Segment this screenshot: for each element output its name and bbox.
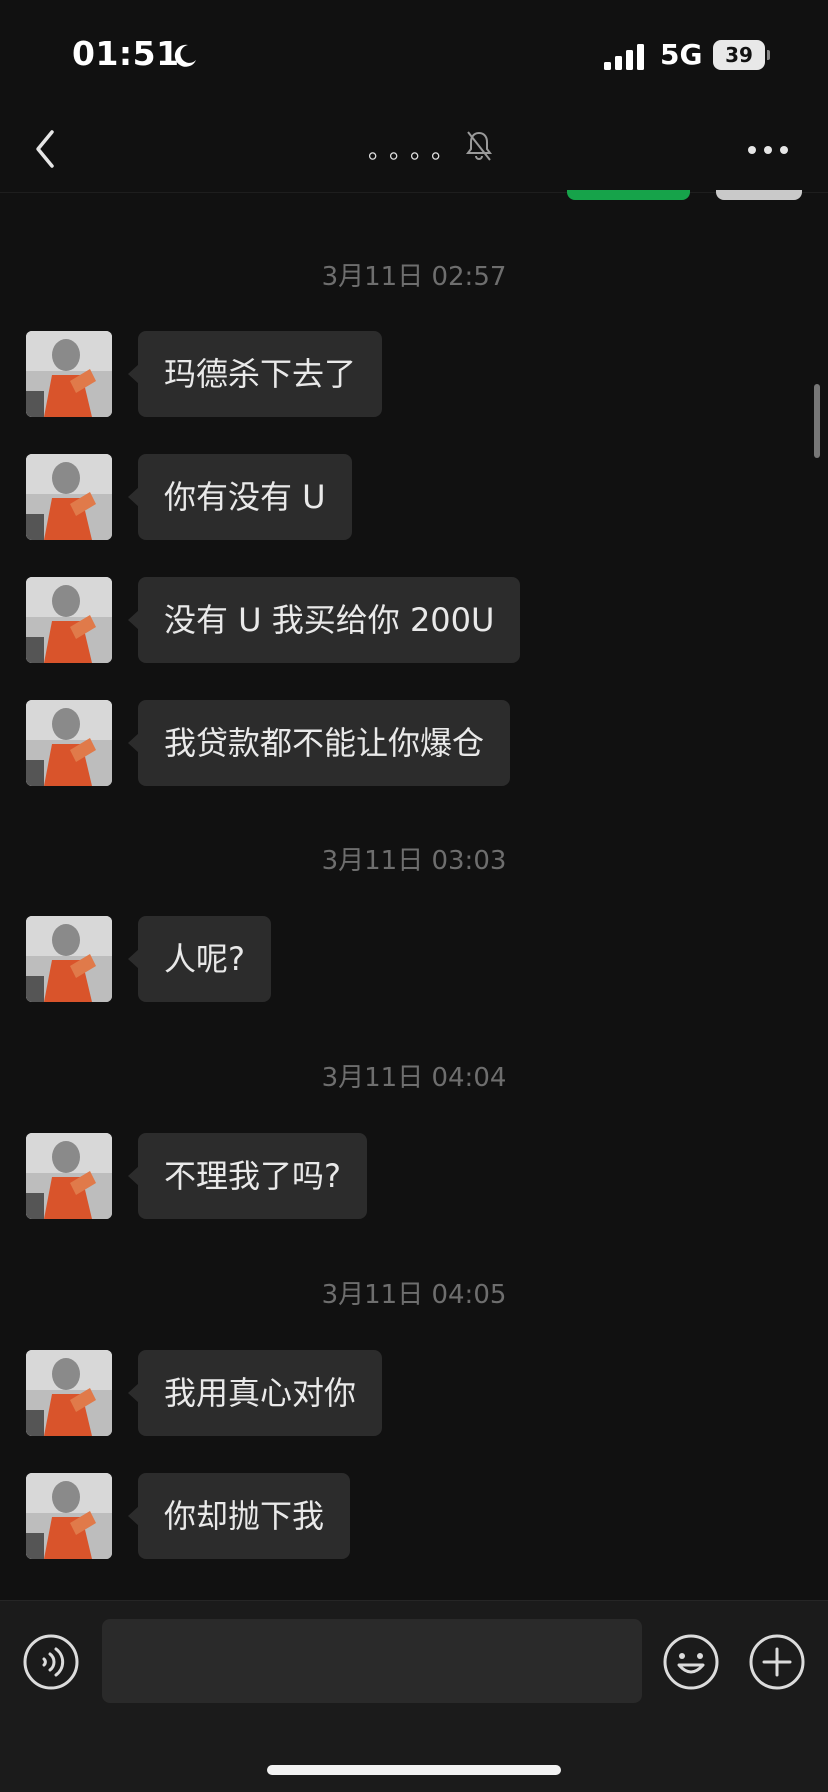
moon-icon bbox=[174, 44, 196, 67]
network-type: 5G bbox=[660, 38, 703, 71]
avatar[interactable] bbox=[26, 454, 112, 540]
message-timestamp: 3月11日 04:05 bbox=[321, 1280, 507, 1310]
message-bubble[interactable]: 没有 U 我买给你 200U bbox=[127, 577, 521, 663]
green-banner-tab[interactable] bbox=[567, 190, 690, 200]
avatar[interactable] bbox=[26, 331, 112, 417]
signal-icon bbox=[604, 44, 644, 70]
bell-slash-icon bbox=[466, 131, 492, 161]
message-bubble[interactable]: 玛德杀下去了 bbox=[127, 331, 383, 417]
chat-header: 。。。。 bbox=[0, 110, 828, 193]
scrollbar[interactable] bbox=[814, 384, 820, 458]
chat-screen: 01:51 5G 39 。。。。 3月11日 02:57 玛德杀下去了 你有没有… bbox=[0, 0, 828, 1792]
chat-title: 。。。。 bbox=[368, 136, 464, 164]
battery-level: 39 bbox=[725, 43, 753, 67]
message-bubble[interactable]: 我用真心对你 bbox=[127, 1350, 383, 1436]
message-bubble[interactable]: 人呢? bbox=[128, 916, 271, 1002]
message-timestamp: 3月11日 02:57 bbox=[321, 262, 507, 292]
emoji-icon[interactable] bbox=[662, 1633, 720, 1691]
message-bubble[interactable]: 我贷款都不能让你爆仓 bbox=[127, 700, 511, 786]
avatar[interactable] bbox=[26, 1133, 112, 1219]
gray-banner-tab[interactable] bbox=[716, 190, 802, 200]
home-indicator bbox=[267, 1765, 561, 1775]
status-time: 01:51 bbox=[72, 34, 180, 73]
message-input[interactable] bbox=[102, 1619, 642, 1703]
plus-icon[interactable] bbox=[748, 1633, 806, 1691]
avatar[interactable] bbox=[26, 700, 112, 786]
avatar[interactable] bbox=[26, 1473, 112, 1559]
status-bar: 01:51 5G 39 bbox=[0, 0, 828, 110]
avatar[interactable] bbox=[26, 577, 112, 663]
message-timestamp: 3月11日 04:04 bbox=[321, 1063, 507, 1093]
ellipsis-icon[interactable] bbox=[744, 140, 792, 160]
avatar[interactable] bbox=[26, 1350, 112, 1436]
voice-icon[interactable] bbox=[22, 1633, 80, 1691]
message-bubble[interactable]: 你有没有 U bbox=[128, 454, 352, 540]
message-bubble[interactable]: 不理我了吗? bbox=[128, 1133, 367, 1219]
chevron-left-icon[interactable] bbox=[28, 124, 64, 174]
battery-icon: 39 bbox=[713, 40, 770, 70]
message-timestamp: 3月11日 03:03 bbox=[321, 846, 507, 876]
message-bubble[interactable]: 你却抛下我 bbox=[127, 1473, 351, 1559]
input-bar bbox=[0, 1600, 828, 1792]
avatar[interactable] bbox=[26, 916, 112, 1002]
